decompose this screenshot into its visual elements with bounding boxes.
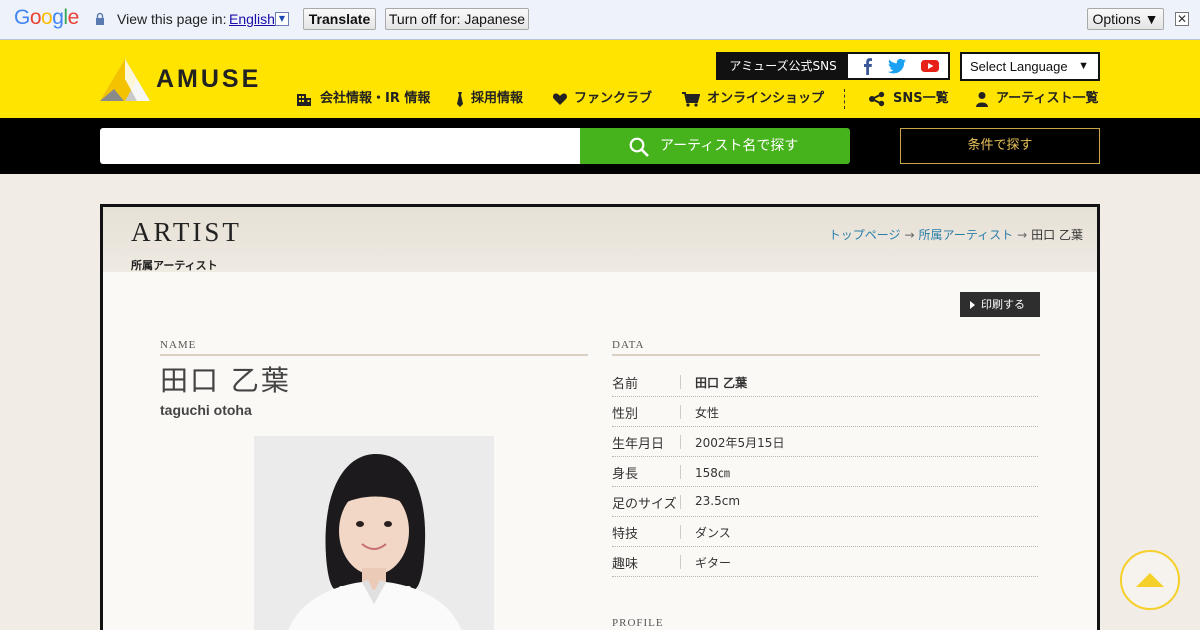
heart-icon xyxy=(552,93,568,105)
close-icon[interactable]: ✕ xyxy=(1175,12,1189,26)
select-language-dropdown[interactable]: Select Language ▼ xyxy=(960,52,1100,81)
search-by-condition-button[interactable]: 条件で探す xyxy=(900,128,1100,164)
print-button[interactable]: 印刷する xyxy=(960,292,1040,317)
sns-label: アミューズ公式SNS xyxy=(718,54,848,78)
play-arrow-icon xyxy=(970,301,975,309)
translate-bar: Google View this page in: English ▼ Tran… xyxy=(0,0,1200,40)
nav-label: 会社情報・IR 情報 xyxy=(320,91,431,106)
arrow-right-icon: → xyxy=(1017,228,1028,242)
breadcrumb: トップページ → 所属アーティスト → 田口 乙葉 xyxy=(829,226,1083,243)
share-icon xyxy=(869,91,885,107)
data-value: 2002年5月15日 xyxy=(695,436,785,450)
nav-label: SNS一覧 xyxy=(893,91,949,106)
cart-icon xyxy=(682,92,700,107)
data-value: 女性 xyxy=(695,406,720,420)
person-icon xyxy=(976,92,988,107)
select-language-label: Select Language xyxy=(970,59,1068,74)
breadcrumb-artists-link[interactable]: 所属アーティスト xyxy=(919,228,1014,242)
site-header: AMUSE アミューズ公式SNS Select Language ▼ 会社情報・… xyxy=(0,40,1200,118)
data-row-gender: 性別 女性 xyxy=(612,397,1038,427)
lock-icon xyxy=(96,12,104,25)
data-value: ギター xyxy=(695,556,732,570)
translate-options-button[interactable]: Options ▼ xyxy=(1087,8,1164,30)
breadcrumb-top-link[interactable]: トップページ xyxy=(829,228,901,242)
data-key: 生年月日 xyxy=(612,437,665,452)
data-key: 特技 xyxy=(612,527,639,542)
nav-divider xyxy=(844,89,845,109)
artist-photo xyxy=(254,436,494,630)
page-title: ARTIST xyxy=(131,217,242,247)
google-logo: Google xyxy=(14,6,79,29)
building-icon xyxy=(297,94,311,106)
data-key: 趣味 xyxy=(612,557,639,572)
facebook-icon[interactable] xyxy=(858,57,878,75)
language-dropdown-icon[interactable]: ▼ xyxy=(275,12,289,26)
data-key: 身長 xyxy=(612,467,639,482)
data-row-height: 身長 158㎝ xyxy=(612,457,1038,487)
page-subtitle: 所属アーティスト xyxy=(131,259,218,272)
nav-label: ファンクラブ xyxy=(574,91,653,106)
data-row-birthday: 生年月日 2002年5月15日 xyxy=(612,427,1038,457)
profile-section-label: PROFILE xyxy=(612,617,664,629)
data-key: 性別 xyxy=(612,407,639,422)
translate-view-label: View this page in: xyxy=(117,11,227,27)
search-icon xyxy=(629,137,649,157)
youtube-icon[interactable] xyxy=(920,57,940,75)
data-key: 名前 xyxy=(612,377,639,392)
search-button-label: アーティスト名で探す xyxy=(660,138,799,154)
print-button-label: 印刷する xyxy=(981,298,1025,311)
data-row-skill: 特技 ダンス xyxy=(612,517,1038,547)
amuse-logo-icon[interactable] xyxy=(100,59,150,101)
twitter-icon[interactable] xyxy=(887,57,907,75)
tie-icon xyxy=(457,92,463,107)
artist-panel: ARTIST 所属アーティスト トップページ → 所属アーティスト → 田口 乙葉 印刷… xyxy=(100,204,1100,630)
breadcrumb-current: 田口 乙葉 xyxy=(1031,228,1083,242)
panel-header: ARTIST 所属アーティスト トップページ → 所属アーティスト → 田口 乙葉 xyxy=(103,207,1097,272)
data-value: 158㎝ xyxy=(695,466,730,480)
artist-name-en: taguchi otoha xyxy=(160,402,252,418)
search-artist-button[interactable]: アーティスト名で探す xyxy=(580,128,850,164)
translate-button[interactable]: Translate xyxy=(303,8,376,30)
data-row-shoe-size: 足のサイズ 23.5cm xyxy=(612,487,1038,517)
logo-text[interactable]: AMUSE xyxy=(156,65,261,94)
data-row-hobby: 趣味 ギター xyxy=(612,547,1038,577)
nav-label: オンラインショップ xyxy=(707,91,825,106)
nav-label: アーティスト一覧 xyxy=(996,91,1099,106)
official-sns-box: アミューズ公式SNS xyxy=(716,52,950,80)
scroll-to-top-button[interactable] xyxy=(1120,550,1180,610)
name-section-label: NAME xyxy=(160,339,197,351)
search-bar: アーティスト名で探す 条件で探す xyxy=(0,118,1200,174)
data-divider xyxy=(612,354,1040,356)
translate-language-link[interactable]: English xyxy=(229,11,275,27)
name-divider xyxy=(160,354,588,356)
arrow-up-icon xyxy=(1136,573,1164,587)
data-value: 23.5cm xyxy=(695,494,741,508)
data-value: ダンス xyxy=(695,526,731,540)
data-key: 足のサイズ xyxy=(612,497,677,512)
turn-off-translate-button[interactable]: Turn off for: Japanese xyxy=(385,8,529,30)
data-value: 田口 乙葉 xyxy=(695,376,748,390)
artist-name-jp: 田口 乙葉 xyxy=(160,364,291,397)
data-section-label: DATA xyxy=(612,339,645,351)
artist-search-input[interactable] xyxy=(100,128,580,164)
chevron-down-icon: ▼ xyxy=(1078,60,1089,72)
nav-label: 採用情報 xyxy=(471,91,524,106)
arrow-right-icon: → xyxy=(904,228,915,242)
data-row-name: 名前 田口 乙葉 xyxy=(612,367,1038,397)
